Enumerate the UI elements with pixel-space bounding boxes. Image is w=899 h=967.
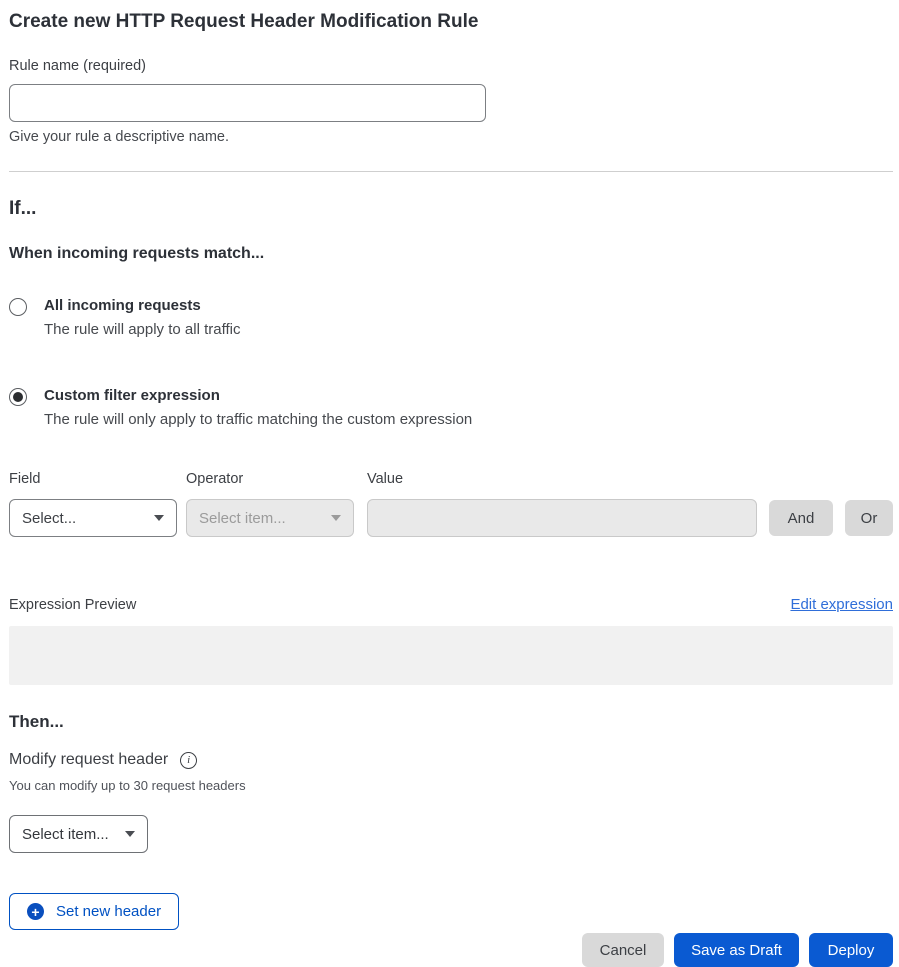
section-divider <box>9 171 893 172</box>
then-heading: Then... <box>9 710 893 733</box>
info-icon[interactable]: i <box>180 752 197 769</box>
operator-select-value: Select item... <box>199 510 286 527</box>
footer-actions: Cancel Save as Draft Deploy <box>9 933 893 967</box>
cancel-button[interactable]: Cancel <box>582 933 664 967</box>
radio-selected-icon[interactable] <box>9 388 27 406</box>
operator-select[interactable]: Select item... <box>186 499 354 537</box>
radio-label: Custom filter expression <box>44 387 472 405</box>
value-input[interactable] <box>367 499 757 537</box>
radio-description: The rule will apply to all traffic <box>44 321 240 339</box>
field-label: Field <box>9 470 177 488</box>
rule-name-label: Rule name (required) <box>9 57 893 75</box>
and-button[interactable]: And <box>769 500 833 536</box>
radio-option-custom-expression[interactable]: Custom filter expression The rule will o… <box>9 387 893 429</box>
rule-name-input[interactable] <box>9 84 486 122</box>
plus-circle-icon: + <box>27 903 44 920</box>
radio-description: The rule will only apply to traffic matc… <box>44 411 472 429</box>
operator-label: Operator <box>186 470 354 488</box>
chevron-down-icon <box>331 515 341 521</box>
radio-unselected-icon[interactable] <box>9 298 27 316</box>
set-new-header-label: Set new header <box>56 903 161 920</box>
chevron-down-icon <box>125 831 135 837</box>
or-button[interactable]: Or <box>845 500 893 536</box>
modify-request-header-label: Modify request header <box>9 751 168 769</box>
value-label: Value <box>367 470 757 488</box>
radio-dot <box>13 392 23 402</box>
set-new-header-button[interactable]: + Set new header <box>9 893 179 930</box>
page-title: Create new HTTP Request Header Modificat… <box>9 0 893 33</box>
header-item-select[interactable]: Select item... <box>9 815 148 853</box>
field-select[interactable]: Select... <box>9 499 177 537</box>
create-rule-form: Create new HTTP Request Header Modificat… <box>9 0 893 967</box>
save-as-draft-button[interactable]: Save as Draft <box>674 933 799 967</box>
expression-preview-box <box>9 626 893 685</box>
deploy-button[interactable]: Deploy <box>809 933 893 967</box>
expression-preview-label: Expression Preview <box>9 596 136 614</box>
header-item-select-value: Select item... <box>22 826 109 843</box>
edit-expression-link[interactable]: Edit expression <box>790 596 893 613</box>
match-subheading: When incoming requests match... <box>9 244 893 264</box>
modify-header-helper: You can modify up to 30 request headers <box>9 778 893 793</box>
radio-label: All incoming requests <box>44 297 240 315</box>
rule-name-helper: Give your rule a descriptive name. <box>9 129 893 145</box>
radio-option-all-requests[interactable]: All incoming requests The rule will appl… <box>9 297 893 339</box>
field-select-value: Select... <box>22 510 76 527</box>
if-heading: If... <box>9 197 893 220</box>
expression-builder-row: Field Select... Operator Select item... … <box>9 470 893 537</box>
chevron-down-icon <box>154 515 164 521</box>
